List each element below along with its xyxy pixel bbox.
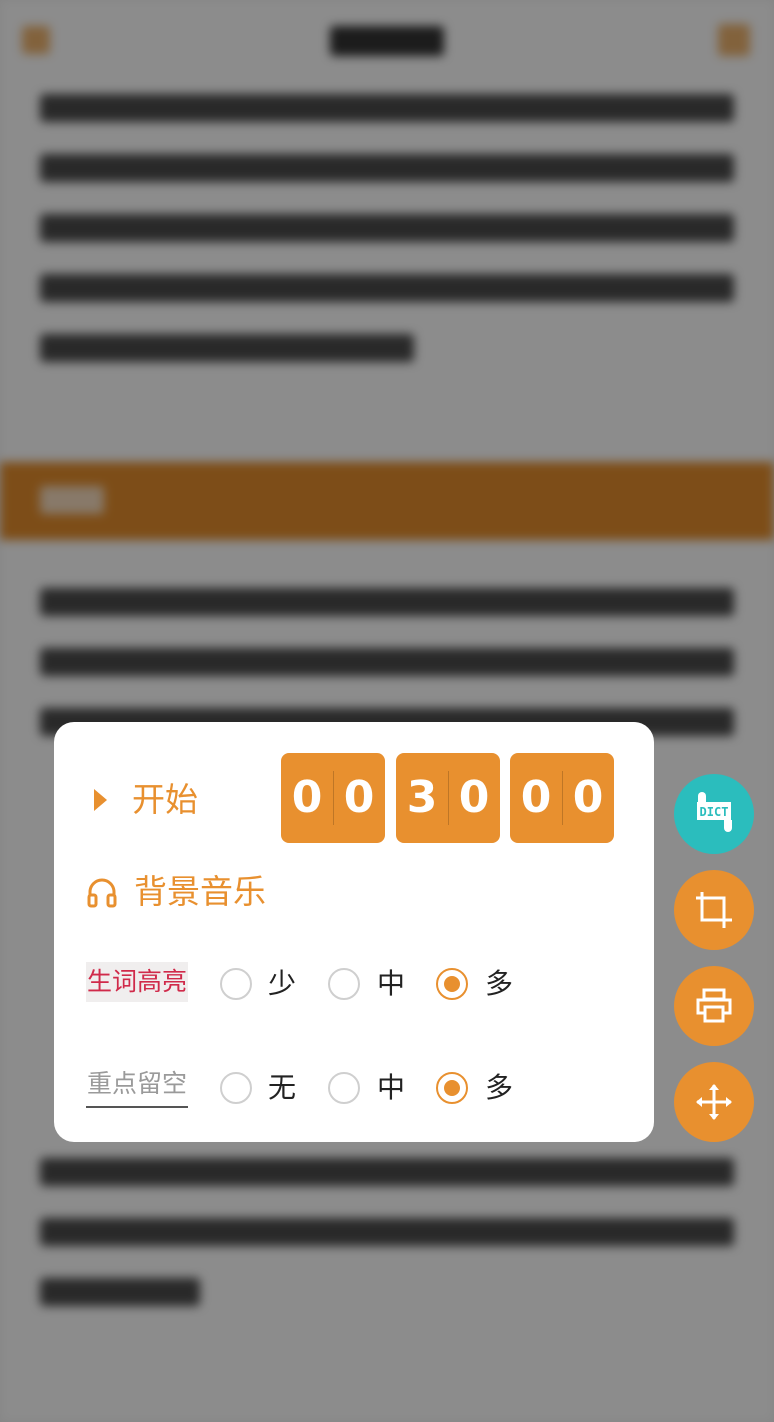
background-music-row[interactable]: 背景音乐 (54, 862, 654, 922)
play-icon[interactable] (94, 789, 107, 811)
radio-keypoint-medium[interactable] (328, 1072, 360, 1104)
radio-highlight-many[interactable] (436, 968, 468, 1000)
radio-label: 少 (268, 967, 297, 1000)
highlight-row: 生词高亮 少 中 多 (54, 962, 654, 1032)
start-button[interactable]: 开始 (132, 778, 198, 822)
print-icon (696, 988, 732, 1023)
radio-highlight-few[interactable] (220, 968, 252, 1000)
timer-minutes[interactable]: 3 0 (396, 753, 500, 843)
timer-digit: 3 (406, 772, 438, 823)
move-icon (696, 1084, 732, 1120)
radio-label: 多 (485, 1071, 514, 1104)
radio-label: 中 (377, 1071, 406, 1104)
timer-hours[interactable]: 0 0 (281, 753, 385, 843)
timer-digit: 0 (458, 772, 490, 823)
crop-button[interactable] (674, 870, 754, 950)
dict-button[interactable]: DICT (674, 774, 754, 854)
start-row: 开始 0 0 3 0 0 0 (54, 722, 654, 852)
move-button[interactable] (674, 1062, 754, 1142)
radio-highlight-medium[interactable] (328, 968, 360, 1000)
print-button[interactable] (674, 966, 754, 1046)
modal-overlay[interactable] (0, 0, 774, 1422)
timer-seconds[interactable]: 0 0 (510, 753, 614, 843)
background-music-label: 背景音乐 (134, 872, 266, 911)
dict-label: DICT (700, 805, 729, 819)
radio-keypoint-none[interactable] (220, 1072, 252, 1104)
timer-digit: 0 (572, 772, 604, 823)
headphones-icon (86, 876, 118, 908)
timer-digit: 0 (343, 772, 375, 823)
highlight-label: 生词高亮 (86, 962, 189, 1002)
radio-label: 无 (268, 1071, 297, 1104)
keypoint-blank-label: 重点留空 (86, 1066, 189, 1108)
timer-digit: 0 (291, 772, 323, 823)
radio-label: 中 (377, 967, 406, 1000)
reading-settings-dialog: 开始 0 0 3 0 0 0 背景音乐 生词高亮 少 中 多 重点留空 无 中 … (54, 722, 654, 1142)
radio-label: 多 (485, 967, 514, 1000)
timer-digit: 0 (520, 772, 552, 823)
crop-icon (696, 892, 732, 928)
radio-keypoint-many[interactable] (436, 1072, 468, 1104)
dict-icon: DICT (697, 792, 732, 832)
keypoint-blank-row: 重点留空 无 中 多 (54, 1066, 654, 1136)
